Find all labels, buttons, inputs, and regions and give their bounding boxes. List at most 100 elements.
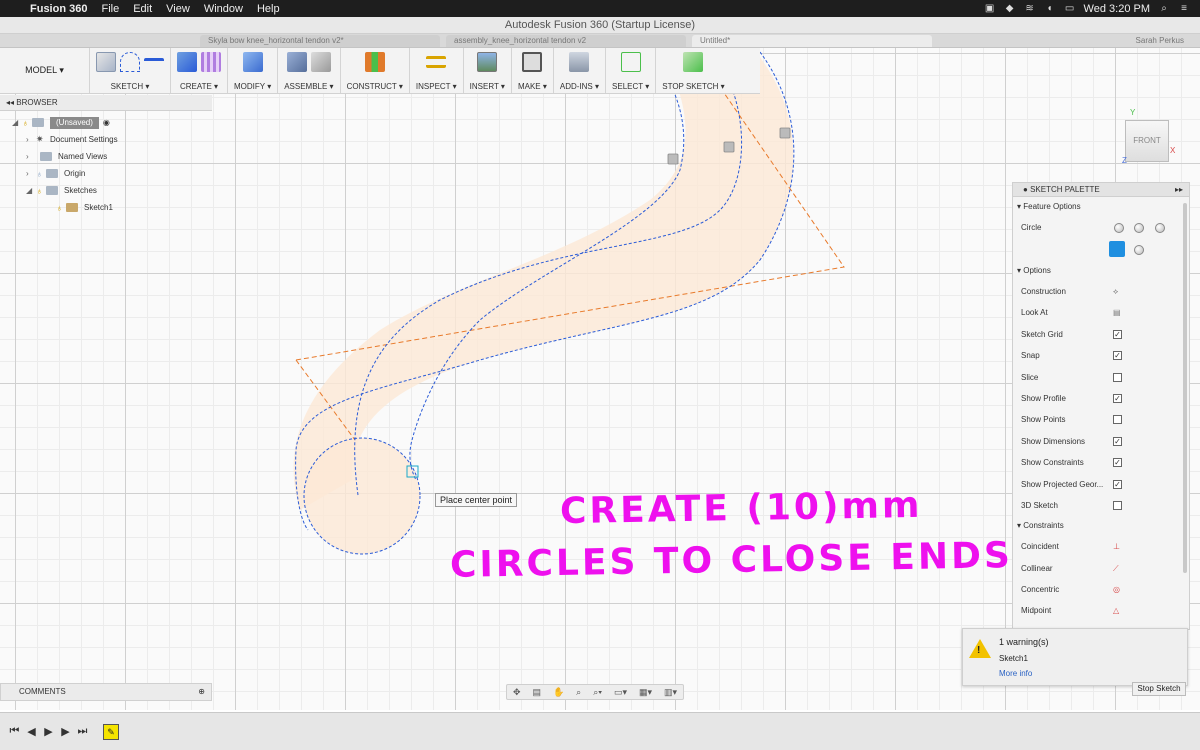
visibility-bulb-icon[interactable]: ♁ [56, 203, 66, 213]
collapse-icon[interactable]: ◂◂ [6, 98, 16, 107]
option-checkbox[interactable] [1113, 500, 1122, 510]
option-checkbox[interactable]: ✓ [1113, 393, 1122, 403]
option-row[interactable]: Sketch Grid ✓ [1013, 324, 1189, 345]
comments-panel[interactable]: COMMENTS ⊕ [0, 683, 212, 701]
arc-icon[interactable] [120, 52, 140, 72]
menu-edit[interactable]: Edit [133, 3, 152, 15]
browser-panel-header[interactable]: ◂◂ BROWSER [0, 95, 212, 111]
expand-arrow-icon[interactable]: › [26, 135, 36, 144]
stop-sketch-button[interactable]: Stop Sketch [1132, 682, 1186, 696]
toolbar-group-make[interactable]: MAKE ▾ [512, 48, 554, 93]
joint-icon[interactable] [310, 52, 331, 72]
option-checkbox[interactable]: ✓ [1113, 479, 1122, 489]
three-point-circle-icon[interactable] [1155, 223, 1165, 233]
option-row[interactable]: Show Profile ✓ [1013, 388, 1189, 409]
menu-help[interactable]: Help [257, 3, 280, 15]
step-back-icon[interactable]: ◀ [23, 725, 40, 738]
grid-snap-icon[interactable]: ▦▾ [639, 687, 652, 698]
expand-arrow-icon[interactable]: ◢ [26, 186, 36, 195]
palette-scrollbar[interactable] [1183, 203, 1187, 573]
toolbar-group-stop-sketch[interactable]: STOP SKETCH ▾ [656, 48, 730, 93]
scripts-icon[interactable] [569, 52, 590, 72]
option-row[interactable]: Slice [1013, 367, 1189, 388]
two-point-circle-icon[interactable] [1134, 223, 1144, 233]
toolbar-label-modify[interactable]: MODIFY ▾ [234, 82, 271, 91]
toolbar-label-sketch[interactable]: SKETCH ▾ [111, 82, 150, 91]
expand-arrow-icon[interactable]: ◢ [12, 118, 22, 127]
option-checkbox[interactable]: ✓ [1113, 436, 1122, 446]
section-feature-options[interactable]: ▾ Feature Options [1013, 197, 1189, 217]
option-checkbox[interactable] [1113, 372, 1122, 382]
toolbar-label-select[interactable]: SELECT ▾ [612, 82, 649, 91]
midpoint-icon[interactable]: △ [1113, 600, 1119, 621]
tree-item-origin[interactable]: › ♁ Origin [0, 165, 212, 182]
toolbar-label-inspect[interactable]: INSPECT ▾ [416, 82, 457, 91]
expand-arrow-icon[interactable]: › [26, 152, 36, 161]
look-at-icon[interactable]: ▤ [533, 687, 542, 698]
center-radius-circle-icon[interactable] [1109, 241, 1125, 257]
view-cube[interactable]: FRONT [1125, 120, 1169, 162]
constraint-concentric[interactable]: Concentric ◎ [1013, 579, 1189, 600]
go-to-start-icon[interactable]: ⏮ [6, 725, 23, 738]
toolbar-label-make[interactable]: MAKE ▾ [518, 82, 547, 91]
toolbar-label-construct[interactable]: CONSTRUCT ▾ [347, 82, 403, 91]
menu-view[interactable]: View [166, 3, 190, 15]
viewports-icon[interactable]: ▥▾ [664, 687, 677, 698]
option-row[interactable]: Show Dimensions ✓ [1013, 431, 1189, 452]
extrude-icon[interactable] [177, 52, 197, 72]
visibility-bulb-icon[interactable]: ♁ [36, 186, 46, 196]
toolbar-group-sketch[interactable]: SKETCH ▾ [90, 48, 171, 93]
go-to-end-icon[interactable]: ⏭ [74, 725, 91, 738]
workspace-switcher[interactable]: MODEL ▾ [0, 48, 90, 93]
option-checkbox[interactable]: ✓ [1113, 329, 1122, 339]
construction-toggle-icon[interactable]: ⟡ [1113, 281, 1118, 302]
visibility-bulb-icon[interactable]: ♁ [36, 169, 46, 179]
more-info-link[interactable]: More info [999, 669, 1032, 678]
constraint-midpoint[interactable]: Midpoint △ [1013, 600, 1189, 621]
menubar-clock[interactable]: Wed 3:20 PM [1084, 3, 1150, 15]
battery-icon[interactable]: ▭ [1064, 3, 1076, 14]
toolbar-group-construct[interactable]: CONSTRUCT ▾ [341, 48, 410, 93]
play-icon[interactable]: ▶ [40, 725, 57, 738]
toolbar-label-insert[interactable]: INSERT ▾ [470, 82, 505, 91]
line-icon[interactable] [144, 58, 164, 78]
offset-plane-icon[interactable] [364, 52, 385, 72]
toolbar-group-modify[interactable]: MODIFY ▾ [228, 48, 279, 93]
coincident-icon[interactable]: ⊥ [1113, 536, 1120, 557]
visibility-bulb-icon[interactable]: ♁ [22, 118, 32, 128]
measure-icon[interactable] [426, 56, 447, 68]
create-sketch-icon[interactable] [96, 52, 116, 72]
volume-icon[interactable]: ◖ [1044, 3, 1056, 14]
concentric-icon[interactable]: ◎ [1113, 579, 1120, 600]
dropbox-icon[interactable]: ◆ [1004, 3, 1016, 14]
option-checkbox[interactable]: ✓ [1113, 458, 1122, 468]
option-row[interactable]: Snap ✓ [1013, 345, 1189, 366]
tangent-circle-icon[interactable] [1134, 245, 1144, 255]
doc-tab-1[interactable]: Skyla bow knee_horizontal tendon v2* [200, 35, 440, 47]
toolbar-group-add-ins[interactable]: ADD-INS ▾ [554, 48, 607, 93]
3d-print-icon[interactable] [522, 52, 543, 72]
option-row[interactable]: 3D Sketch [1013, 495, 1189, 516]
expand-panel-icon[interactable]: ▸▸ [1175, 183, 1183, 197]
menu-window[interactable]: Window [204, 3, 243, 15]
tree-item-root[interactable]: ◢ ♁ (Unsaved) ◉ [0, 114, 212, 131]
toolbar-group-create[interactable]: CREATE ▾ [171, 48, 228, 93]
select-icon[interactable] [620, 52, 641, 72]
add-comment-icon[interactable]: ⊕ [198, 684, 205, 700]
display-settings-icon[interactable]: ▭▾ [614, 687, 627, 698]
orbit-icon[interactable]: ✥ [513, 687, 521, 698]
zoom-icon[interactable]: ⌕ [576, 687, 581, 698]
menu-file[interactable]: File [101, 3, 119, 15]
collinear-icon[interactable]: ⟋ [1113, 558, 1119, 579]
doc-tab-2[interactable]: assembly_knee_horizontal tendon v2 [446, 35, 686, 47]
sketch-palette-header[interactable]: ● SKETCH PALETTE ▸▸ [1013, 183, 1189, 197]
toolbar-label-create[interactable]: CREATE ▾ [180, 82, 218, 91]
toolbar-group-insert[interactable]: INSERT ▾ [464, 48, 512, 93]
option-row[interactable]: Construction ⟡ [1013, 281, 1189, 302]
wifi-icon[interactable]: ≋ [1024, 3, 1036, 14]
status-icon[interactable]: ▣ [984, 3, 996, 14]
app-menu[interactable]: Fusion 360 [30, 3, 87, 15]
active-radio-icon[interactable]: ◉ [103, 118, 110, 127]
tree-item-named-views[interactable]: › Named Views [0, 148, 212, 165]
press-pull-icon[interactable] [242, 52, 263, 72]
